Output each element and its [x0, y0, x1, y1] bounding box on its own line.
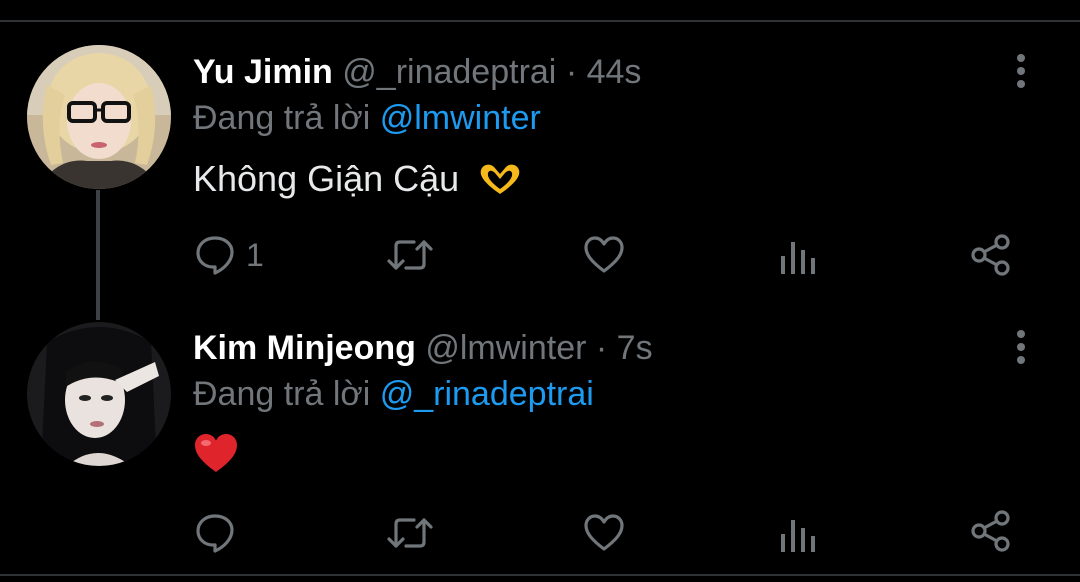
like-button[interactable] — [582, 510, 626, 556]
user-handle[interactable]: @_rinadeptrai — [342, 53, 556, 91]
tweet-text: Không Giận Cậu — [193, 157, 523, 201]
tweet-text — [193, 432, 239, 474]
avatar-image — [27, 45, 171, 189]
heart-icon — [584, 236, 624, 273]
replying-to-handle[interactable]: @_rinadeptrai — [380, 375, 594, 413]
heart-icon — [584, 514, 624, 551]
more-vertical-icon — [1017, 54, 1025, 88]
more-vertical-icon — [1017, 330, 1025, 364]
views-button[interactable] — [778, 234, 816, 280]
share-button[interactable] — [970, 508, 1012, 554]
tweet-1[interactable]: Yu Jimin @_rinadeptrai · 44s Đang trả lờ… — [0, 0, 1080, 276]
reply-button[interactable]: 1 — [194, 232, 264, 278]
tweet-header: Kim Minjeong @lmwinter · 7s — [193, 328, 653, 368]
replying-to: Đang trả lời @_rinadeptrai — [193, 374, 594, 414]
avatar[interactable] — [27, 45, 171, 189]
user-handle[interactable]: @lmwinter — [425, 329, 586, 367]
retweet-button[interactable] — [386, 510, 434, 556]
red-heart-icon — [195, 434, 237, 472]
more-options-button[interactable] — [1006, 52, 1036, 92]
replying-to-label: Đang trả lời — [193, 375, 371, 413]
tweet-text-content: Không Giận Cậu — [193, 158, 460, 199]
replying-to-label: Đang trả lời — [193, 99, 371, 137]
comment-icon — [196, 236, 234, 275]
retweet-icon — [387, 240, 433, 270]
analytics-icon — [781, 242, 815, 274]
more-options-button[interactable] — [1006, 328, 1036, 368]
heart-hands-icon — [480, 164, 520, 194]
timestamp[interactable]: 44s — [587, 53, 642, 91]
share-icon — [971, 510, 1010, 552]
display-name[interactable]: Yu Jimin — [193, 53, 333, 91]
share-icon — [971, 234, 1010, 276]
bottom-divider — [0, 574, 1080, 576]
tweet-header: Yu Jimin @_rinadeptrai · 44s — [193, 52, 641, 92]
avatar[interactable] — [27, 322, 171, 466]
separator-dot: · — [595, 329, 608, 367]
tweet-2[interactable]: Kim Minjeong @lmwinter · 7s Đang trả lời… — [0, 276, 1080, 553]
views-button[interactable] — [778, 512, 816, 558]
retweet-icon — [387, 518, 433, 548]
analytics-icon — [781, 520, 815, 552]
display-name[interactable]: Kim Minjeong — [193, 329, 416, 367]
comment-icon — [196, 514, 234, 553]
share-button[interactable] — [970, 232, 1012, 278]
retweet-button[interactable] — [386, 232, 434, 278]
avatar-image — [27, 322, 171, 466]
timestamp[interactable]: 7s — [617, 329, 653, 367]
separator-dot: · — [565, 53, 578, 91]
reply-button[interactable] — [194, 510, 246, 556]
replying-to: Đang trả lời @lmwinter — [193, 98, 541, 138]
replying-to-handle[interactable]: @lmwinter — [380, 99, 541, 137]
reply-count: 1 — [246, 236, 264, 273]
like-button[interactable] — [582, 232, 626, 278]
